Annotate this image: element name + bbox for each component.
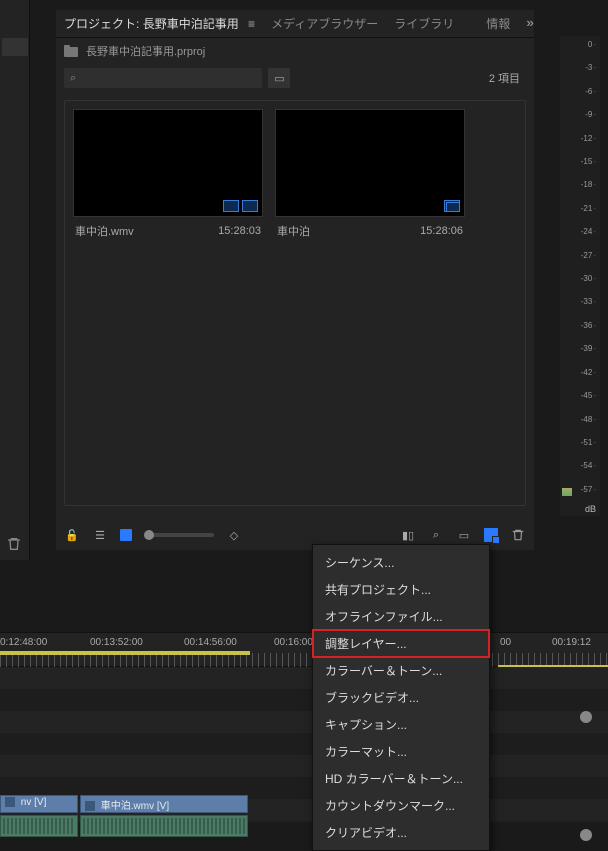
mini-thumb	[2, 38, 28, 56]
menu-hd-bars-tone[interactable]: HD カラーバー＆トーン...	[313, 765, 489, 792]
video-clip-1[interactable]: 車中泊.wmv [V]	[80, 795, 248, 813]
vzoom-bottom-handle[interactable]	[580, 829, 592, 841]
clip-1[interactable]: 車中泊 15:28:06	[275, 109, 465, 239]
global-trash-icon[interactable]	[6, 536, 22, 555]
menu-bars-tone[interactable]: カラーバー＆トーン...	[313, 657, 489, 684]
find-icon[interactable]: ⌕	[428, 527, 444, 543]
menu-black-video[interactable]: ブラックビデオ...	[313, 684, 489, 711]
bin-icon: ▭	[274, 72, 284, 85]
sequence-badge-icon	[444, 200, 460, 212]
menu-adjustment-layer[interactable]: 調整レイヤー...	[313, 630, 489, 657]
panel-tabs: プロジェクト: 長野車中泊記事用 ≡ メディアブラウザー ライブラリ 情報 »	[56, 10, 534, 38]
meter-bars	[562, 488, 572, 496]
clip-1-name: 車中泊	[277, 223, 310, 239]
audio-badge-icon	[242, 200, 258, 212]
filter-bin-button[interactable]: ▭	[268, 68, 290, 88]
audio-clip-1[interactable]	[80, 815, 248, 837]
project-panel: プロジェクト: 長野車中泊記事用 ≡ メディアブラウザー ライブラリ 情報 » …	[56, 10, 534, 550]
tab-menu-icon[interactable]: ≡	[248, 17, 255, 31]
tc-3: 00:16:00	[274, 637, 313, 648]
inout-range[interactable]	[0, 651, 250, 655]
fx-icon	[85, 801, 95, 811]
menu-shared-project[interactable]: 共有プロジェクト...	[313, 576, 489, 603]
video-clip-0[interactable]: nv [V]	[0, 795, 78, 813]
clip-1-duration: 15:28:06	[420, 225, 463, 237]
tab-project-prefix: プロジェクト:	[64, 17, 139, 31]
fx-icon	[5, 797, 15, 807]
tc-0: 0:12:48:00	[0, 637, 47, 648]
delete-icon[interactable]	[510, 527, 526, 543]
video-clip-0-label: nv [V]	[21, 797, 47, 808]
vzoom-top-handle[interactable]	[580, 711, 592, 723]
video-badge-icon	[223, 200, 239, 212]
new-item-icon[interactable]	[484, 528, 498, 542]
menu-offline-file[interactable]: オフラインファイル...	[313, 603, 489, 630]
tc-2: 00:14:56:00	[184, 637, 237, 648]
left-gutter	[0, 0, 30, 560]
clip-0-duration: 15:28:03	[218, 225, 261, 237]
write-lock-icon[interactable]: 🔓	[64, 527, 80, 543]
video-clip-1-label: 車中泊.wmv [V]	[101, 801, 169, 812]
search-row: ⌕ ▭ 2 項目	[56, 64, 534, 92]
list-view-icon[interactable]: ☰	[92, 527, 108, 543]
search-input[interactable]: ⌕	[64, 68, 262, 88]
new-item-menu: シーケンス... 共有プロジェクト... オフラインファイル... 調整レイヤー…	[312, 544, 490, 851]
breadcrumb-file: 長野車中泊記事用.prproj	[86, 43, 205, 59]
clip-0-name: 車中泊.wmv	[75, 223, 134, 239]
new-bin-icon[interactable]: ▭	[456, 527, 472, 543]
tab-project-name: 長野車中泊記事用	[143, 17, 239, 31]
time-ruler[interactable]: 0:12:48:00 00:13:52:00 00:14:56:00 00:16…	[0, 633, 608, 667]
sort-icon[interactable]: ◇	[226, 527, 242, 543]
folder-icon	[64, 45, 78, 57]
icon-view-icon[interactable]	[120, 529, 132, 541]
audio-clip-0[interactable]	[0, 815, 78, 837]
zoom-slider[interactable]	[144, 533, 214, 537]
tc-1: 00:13:52:00	[90, 637, 143, 648]
search-field[interactable]	[76, 72, 256, 84]
meter-scale: 0-3 -6-9 -12-15 -18-21 -24-27 -30-33 -36…	[562, 36, 598, 498]
bins-area: 車中泊.wmv 15:28:03 車中泊 15:28:06	[64, 100, 526, 506]
clip-0[interactable]: 車中泊.wmv 15:28:03	[73, 109, 263, 239]
item-count: 2 項目	[489, 70, 526, 86]
tc-5: 00:19:12	[552, 637, 591, 648]
meter-unit: dB	[585, 504, 596, 514]
tab-library[interactable]: ライブラリ	[394, 15, 454, 32]
tabs-overflow-icon[interactable]: »	[526, 16, 534, 31]
audio-meter-panel: 0-3 -6-9 -12-15 -18-21 -24-27 -30-33 -36…	[560, 36, 600, 516]
auto-match-icon[interactable]: ▮▯	[400, 527, 416, 543]
tab-project[interactable]: プロジェクト: 長野車中泊記事用 ≡	[64, 15, 255, 32]
tracks[interactable]: nv [V] 車中泊.wmv [V]	[0, 667, 608, 847]
clip-1-thumb[interactable]	[275, 109, 465, 217]
menu-clear-video[interactable]: クリアビデオ...	[313, 819, 489, 846]
breadcrumb: 長野車中泊記事用.prproj	[56, 38, 534, 64]
menu-color-matte[interactable]: カラーマット...	[313, 738, 489, 765]
tab-info[interactable]: 情報	[486, 15, 510, 32]
menu-caption[interactable]: キャプション...	[313, 711, 489, 738]
menu-countdown[interactable]: カウントダウンマーク...	[313, 792, 489, 819]
timeline-panel: 0:12:48:00 00:13:52:00 00:14:56:00 00:16…	[0, 632, 608, 846]
tc-4: 00	[500, 637, 511, 648]
tab-media-browser[interactable]: メディアブラウザー	[271, 15, 378, 32]
clip-0-thumb[interactable]	[73, 109, 263, 217]
menu-sequence[interactable]: シーケンス...	[313, 549, 489, 576]
